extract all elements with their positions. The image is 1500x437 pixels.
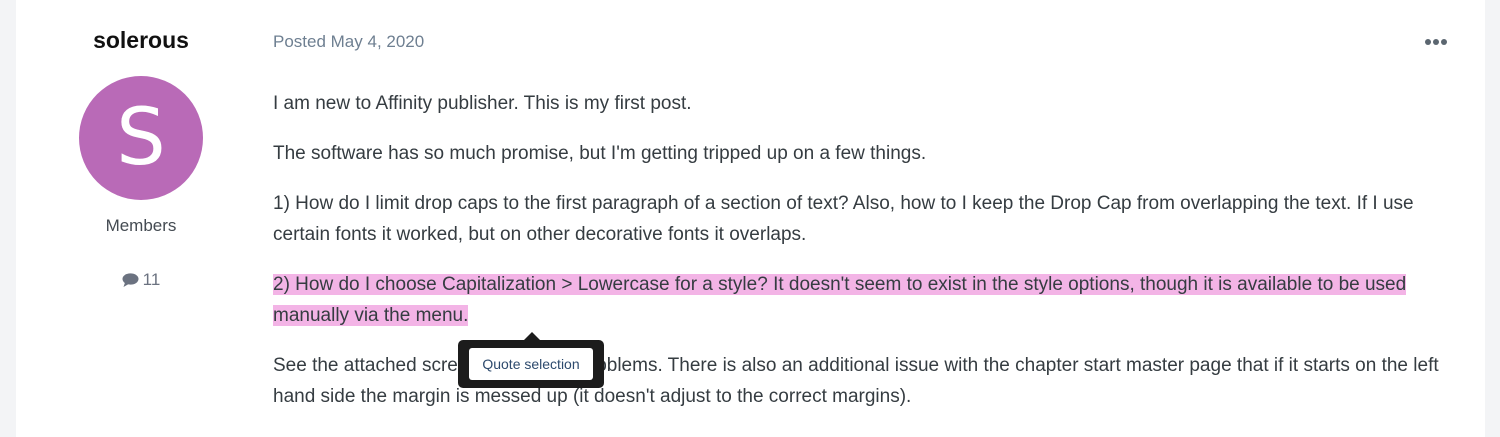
ellipsis-icon[interactable] (1423, 30, 1449, 54)
author-panel: solerous S Members 11 (16, 0, 266, 437)
comment-icon (122, 273, 139, 287)
post-paragraph: The software has so much promise, but I'… (273, 143, 927, 164)
post-date: Posted May 4, 2020 (273, 32, 425, 51)
post-count-value: 11 (142, 270, 161, 289)
post-content: I am new to Affinity publisher. This is … (273, 88, 1473, 431)
quote-selection-popup: Quote selection (458, 332, 604, 388)
post-paragraph: See the attached screenshot for the prob… (273, 355, 1439, 407)
post-paragraph: 1) How do I limit drop caps to the first… (273, 193, 1414, 245)
post-paragraph-selected: 2) How do I choose Capitalization > Lowe… (273, 269, 1473, 331)
post-paragraph: I am new to Affinity publisher. This is … (273, 93, 692, 114)
author-group: Members (105, 216, 177, 235)
post-count: 11 (16, 270, 266, 290)
quote-selection-button[interactable]: Quote selection (469, 348, 593, 380)
text-selection: 2) How do I choose Capitalization > Lowe… (273, 274, 1407, 326)
author-username[interactable]: solerous (16, 27, 266, 54)
avatar[interactable]: S (79, 76, 203, 200)
forum-post: solerous S Members 11 Posted May 4, 2020… (16, 0, 1485, 437)
